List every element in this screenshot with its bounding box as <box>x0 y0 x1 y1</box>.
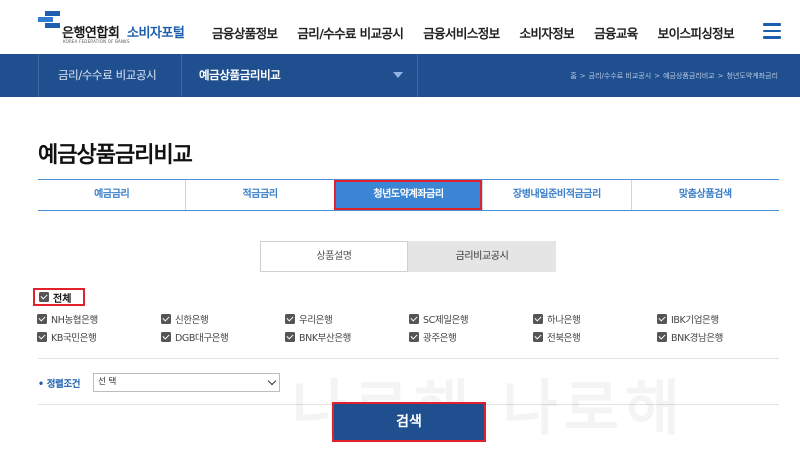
checkbox-checked-icon <box>285 332 295 342</box>
chevron-down-icon <box>267 376 277 386</box>
bank-label: 전북은행 <box>547 333 581 344</box>
gnb-product-info[interactable]: 금융상품정보 <box>212 23 278 42</box>
checkbox-checked-icon <box>285 314 295 324</box>
section-divider <box>38 358 779 359</box>
bank-label: NH농협은행 <box>51 315 98 326</box>
breadcrumb-item[interactable]: 금리/수수료 비교공시 <box>589 72 652 80</box>
checkbox-checked-icon <box>657 332 667 342</box>
subtab-product-description[interactable]: 상품설명 <box>260 241 408 272</box>
subnav-current-label: 예금상품금리비교 <box>199 68 281 82</box>
bank-checkbox[interactable]: 전북은행 <box>533 328 657 346</box>
breadcrumb: 홈 > 금리/수수료 비교공시 > 예금상품금리비교 > 청년도약계좌금리 <box>570 71 778 81</box>
tab-custom-search[interactable]: 맞춤상품검색 <box>630 180 779 210</box>
bank-label: 우리은행 <box>299 315 333 326</box>
breadcrumb-separator-icon: > <box>717 72 724 80</box>
bank-label: IBK기업은행 <box>671 315 719 326</box>
checkbox-checked-icon <box>39 292 49 302</box>
bank-label: DGB대구은행 <box>175 333 229 344</box>
subnav-category[interactable]: 금리/수수료 비교공시 <box>38 54 182 97</box>
checkbox-checked-icon <box>409 332 419 342</box>
checkbox-checked-icon <box>161 314 171 324</box>
bank-label: 하나은행 <box>547 315 581 326</box>
page-title: 예금상품금리비교 <box>38 143 193 168</box>
tab-soldier-savings[interactable]: 장병내일준비적금금리 <box>482 180 630 210</box>
bank-row: NH농협은행 신한은행 우리은행 SC제일은행 하나은행 IBK기업은행 <box>37 310 787 328</box>
sub-tabs: 상품설명 금리비교공시 <box>260 241 556 272</box>
bank-label: SC제일은행 <box>423 315 469 326</box>
bank-checkbox[interactable]: DGB대구은행 <box>161 328 285 346</box>
bank-label: 신한은행 <box>175 315 209 326</box>
sort-selected-value: 선 택 <box>98 377 117 387</box>
caret-down-icon <box>393 72 403 78</box>
checkbox-checked-icon <box>37 314 47 324</box>
checkbox-checked-icon <box>161 332 171 342</box>
bank-checkbox[interactable]: SC제일은행 <box>409 310 533 328</box>
bank-checkbox[interactable]: NH농협은행 <box>37 310 161 328</box>
site-header: 은행연합회 KOREA FEDERATION OF BANKS 소비자포털 금융… <box>0 0 800 54</box>
bank-checkbox[interactable]: BNK경남은행 <box>657 328 781 346</box>
sub-navigation-bar: 금리/수수료 비교공시 예금상품금리비교 홈 > 금리/수수료 비교공시 > 예금상품금… <box>0 54 800 97</box>
bank-label: KB국민은행 <box>51 333 97 344</box>
tab-savings-rate[interactable]: 적금금리 <box>185 180 333 210</box>
bank-checkbox[interactable]: 우리은행 <box>285 310 409 328</box>
rate-tabs: 예금금리 적금금리 청년도약계좌금리 장병내일준비적금금리 맞춤상품검색 <box>38 179 779 211</box>
gnb-service-info[interactable]: 금융서비스정보 <box>423 23 500 42</box>
bank-checkbox[interactable]: 광주은행 <box>409 328 533 346</box>
breadcrumb-item[interactable]: 예금상품금리비교 <box>663 72 715 80</box>
breadcrumb-separator-icon: > <box>579 72 586 80</box>
bank-checkbox[interactable]: IBK기업은행 <box>657 310 781 328</box>
checkbox-checked-icon <box>533 332 543 342</box>
breadcrumb-home[interactable]: 홈 <box>570 72 576 80</box>
tab-deposit-rate[interactable]: 예금금리 <box>38 180 185 210</box>
logo-english-name: KOREA FEDERATION OF BANKS <box>63 39 130 44</box>
bank-label: BNK부산은행 <box>299 333 352 344</box>
search-button[interactable]: 검색 <box>332 402 486 442</box>
sort-condition-select[interactable]: 선 택 <box>93 373 280 392</box>
checkbox-checked-icon <box>37 332 47 342</box>
bank-checkbox[interactable]: BNK부산은행 <box>285 328 409 346</box>
gnb-education[interactable]: 금융교육 <box>594 23 638 42</box>
hamburger-icon[interactable] <box>763 23 781 39</box>
gnb-rate-compare[interactable]: 금리/수수료 비교공시 <box>297 23 403 42</box>
checkbox-checked-icon <box>409 314 419 324</box>
bank-checkbox[interactable]: 신한은행 <box>161 310 285 328</box>
site-logo[interactable]: 은행연합회 KOREA FEDERATION OF BANKS 소비자포털 <box>36 8 186 48</box>
bank-checkbox[interactable]: KB국민은행 <box>37 328 161 346</box>
kfb-logo-icon <box>38 11 60 28</box>
bank-checkbox-grid: NH농협은행 신한은행 우리은행 SC제일은행 하나은행 IBK기업은행 KB국… <box>37 310 787 346</box>
subtab-rate-disclosure[interactable]: 금리비교공시 <box>408 241 556 272</box>
checkbox-checked-icon <box>533 314 543 324</box>
check-all-checkbox[interactable]: 전체 <box>33 288 85 306</box>
breadcrumb-separator-icon: > <box>654 72 661 80</box>
gnb-consumer-info[interactable]: 소비자정보 <box>520 23 575 42</box>
bank-row: KB국민은행 DGB대구은행 BNK부산은행 광주은행 전북은행 BNK경남은행 <box>37 328 787 346</box>
bank-label: 광주은행 <box>423 333 457 344</box>
bank-checkbox[interactable]: 하나은행 <box>533 310 657 328</box>
checkbox-checked-icon <box>657 314 667 324</box>
tab-youth-leap-account[interactable]: 청년도약계좌금리 <box>333 180 483 210</box>
global-nav: 금융상품정보 금리/수수료 비교공시 금융서비스정보 소비자정보 금융교육 보이… <box>212 23 754 42</box>
check-all-label: 전체 <box>53 293 72 305</box>
breadcrumb-current: 청년도약계좌금리 <box>726 72 778 80</box>
bank-label: BNK경남은행 <box>671 333 724 344</box>
subnav-current-dropdown[interactable]: 예금상품금리비교 <box>182 54 418 97</box>
sort-condition-label: 정렬조건 <box>38 376 81 390</box>
portal-name: 소비자포털 <box>127 26 185 41</box>
gnb-voice-phishing[interactable]: 보이스피싱정보 <box>658 23 735 42</box>
